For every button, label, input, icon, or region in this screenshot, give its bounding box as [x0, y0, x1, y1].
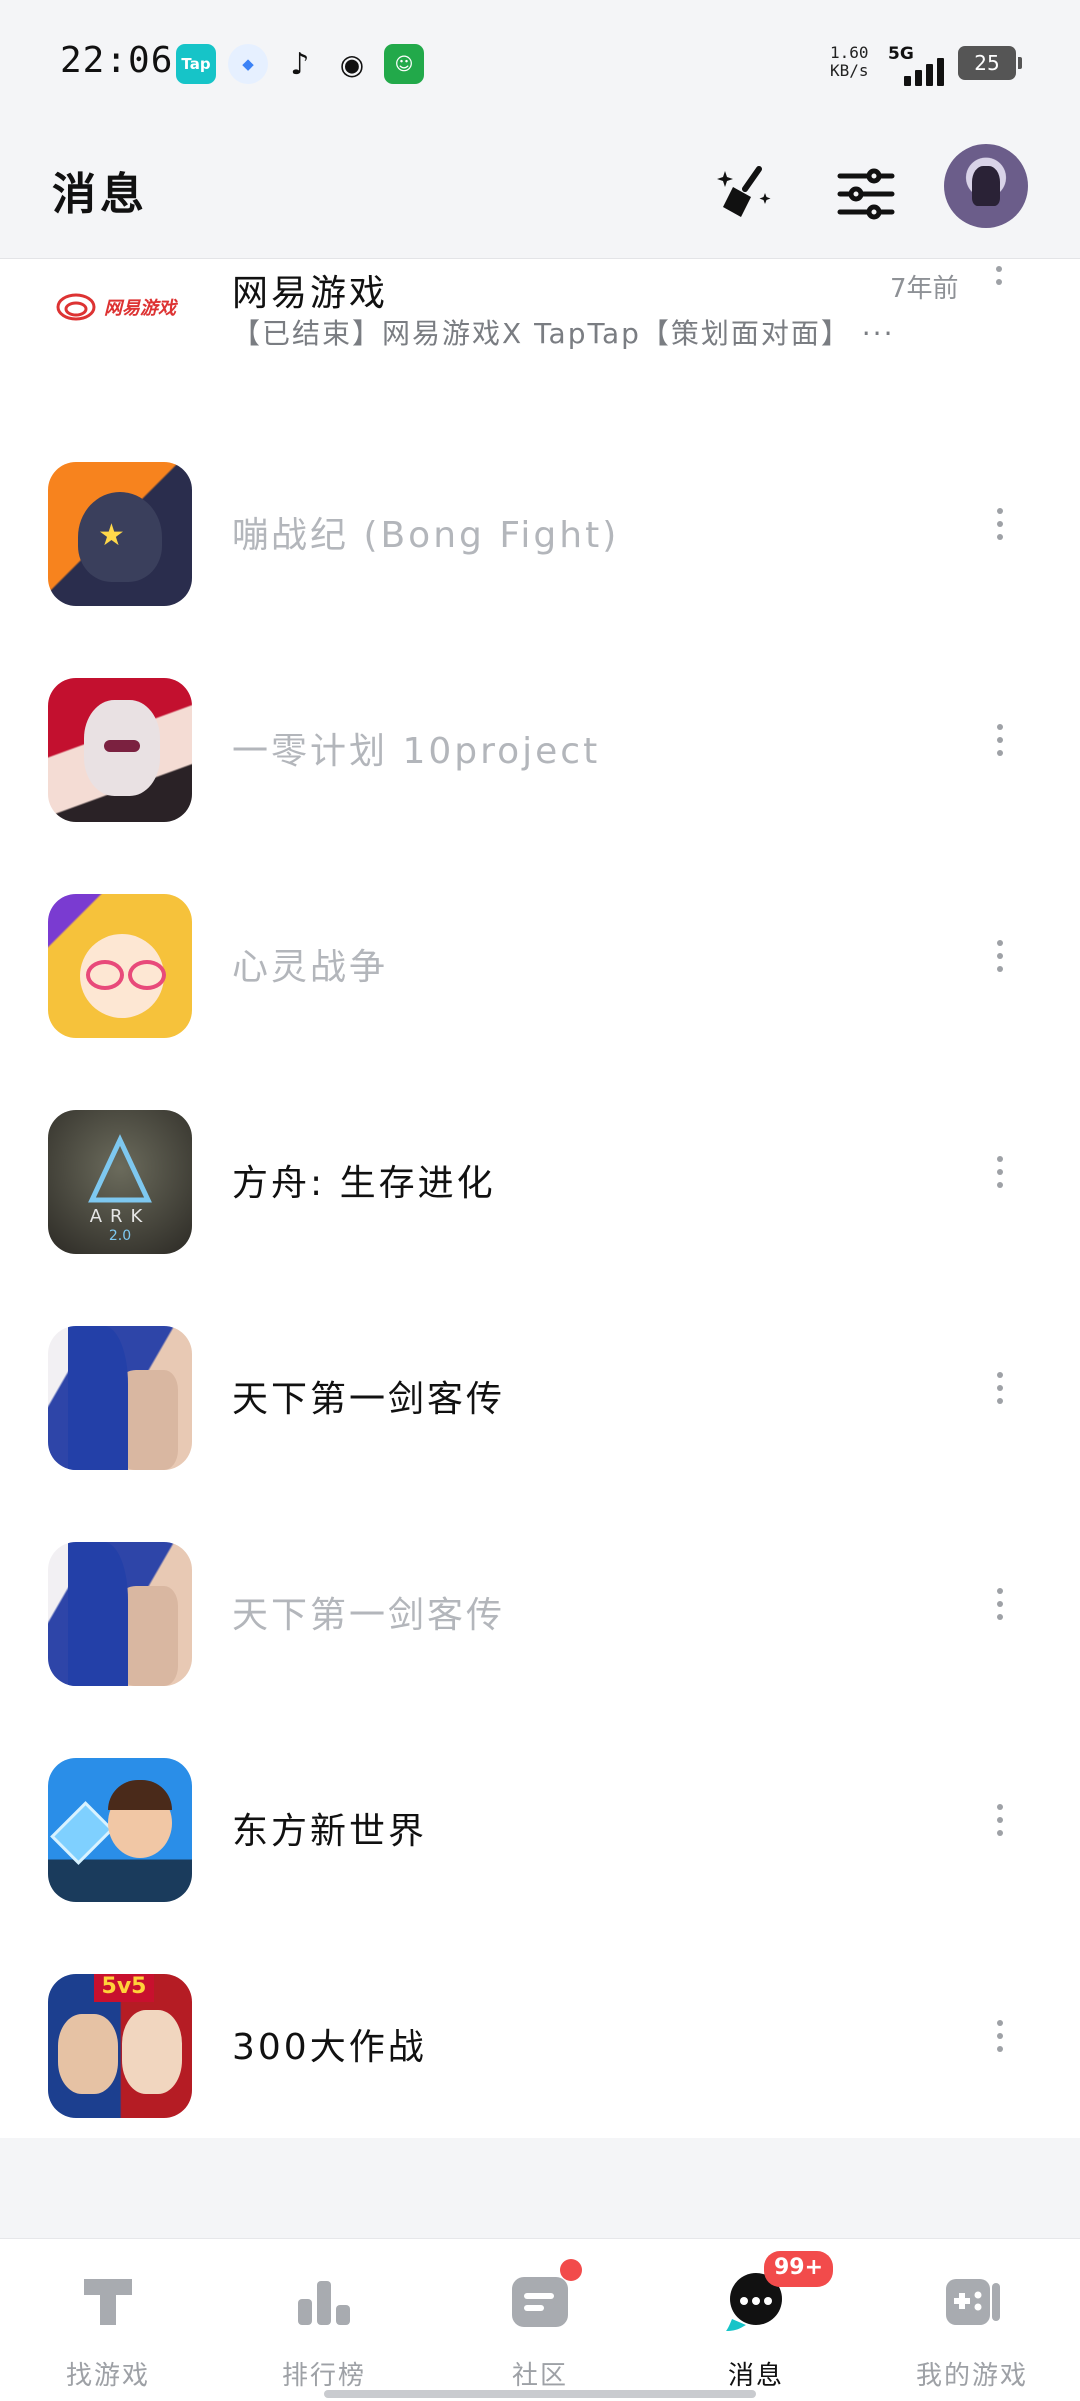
- status-bar: 22:06 Tap ◆ ♪ ◉ ☺ 1.60 KB/s 5G 25: [0, 0, 1080, 130]
- home-indicator[interactable]: [324, 2390, 756, 2398]
- item-name: 方舟: 生存进化: [232, 1163, 496, 1204]
- item-name: 网易游戏: [232, 273, 389, 314]
- more-options-icon[interactable]: [990, 940, 1010, 980]
- status-time: 22:06: [60, 40, 174, 81]
- message-item[interactable]: ★ 嘣战纪 (Bong Fight): [0, 416, 1080, 632]
- svg-text:ARK: ARK: [90, 1206, 151, 1227]
- green-app-icon: ☺: [384, 44, 424, 84]
- more-options-icon[interactable]: [990, 1156, 1010, 1196]
- nav-messages[interactable]: 99+ 消息: [648, 2239, 864, 2401]
- nav-find-games[interactable]: 找游戏: [0, 2239, 216, 2401]
- net-speed: 1.60 KB/s: [830, 43, 869, 80]
- status-app-icons: Tap ◆ ♪ ◉ ☺: [176, 44, 424, 84]
- item-name: 天下第一剑客传: [232, 1595, 506, 1636]
- game-icon-10project: [48, 678, 192, 822]
- clear-unread-button[interactable]: [706, 154, 786, 234]
- bottom-nav: 找游戏 排行榜 社区 99+ 消息 我的游戏: [0, 2238, 1080, 2401]
- page-header: 消息: [0, 130, 1080, 259]
- unread-dot-badge: [560, 2259, 582, 2281]
- more-options-icon[interactable]: [990, 2020, 1010, 2060]
- game-icon-mind-war: [48, 894, 192, 1038]
- item-message: 【已结束】网易游戏X TapTap【策划面对面】 ···: [232, 317, 895, 350]
- item-time: 7年前: [890, 274, 959, 304]
- item-name: 东方新世界: [232, 1811, 428, 1852]
- svg-text:2.0: 2.0: [109, 1228, 131, 1244]
- user-avatar[interactable]: [944, 144, 1028, 228]
- message-item[interactable]: 一零计划 10project: [0, 632, 1080, 848]
- nav-rankings[interactable]: 排行榜: [216, 2239, 432, 2401]
- message-item[interactable]: 5v5 300大作战: [0, 1928, 1080, 2144]
- page-title: 消息: [52, 169, 148, 220]
- game-icon-swordsman: [48, 1326, 192, 1470]
- message-item[interactable]: 东方新世界: [0, 1712, 1080, 1928]
- gamepad-icon: [946, 2279, 1000, 2325]
- item-name: 一零计划 10project: [232, 731, 601, 772]
- more-options-icon[interactable]: [996, 266, 1006, 292]
- item-name: 300大作战: [232, 2027, 427, 2068]
- message-item[interactable]: 心灵战争: [0, 848, 1080, 1064]
- item-name: 嘣战纪 (Bong Fight): [232, 515, 620, 556]
- tiktok-icon: ♪: [290, 46, 310, 82]
- battery-icon: 25: [958, 46, 1022, 80]
- taptap-icon: Tap: [176, 44, 216, 84]
- game-icon-touhou: [48, 1758, 192, 1902]
- message-item[interactable]: ARK 2.0 方舟: 生存进化: [0, 1064, 1080, 1280]
- settings-filter-button[interactable]: [826, 154, 906, 234]
- item-name: 心灵战争: [232, 947, 389, 988]
- blue-app-icon: ◆: [228, 44, 268, 84]
- signal-icon: [904, 58, 944, 86]
- tap-t-icon: [84, 2279, 132, 2325]
- broom-icon: [717, 166, 771, 217]
- more-options-icon[interactable]: [990, 1588, 1010, 1628]
- message-count-badge: 99+: [764, 2251, 834, 2287]
- game-icon-300-battle: 5v5: [48, 1974, 192, 2118]
- weibo-icon: ◉: [339, 47, 365, 81]
- more-options-icon[interactable]: [990, 508, 1010, 548]
- message-item[interactable]: 天下第一剑客传: [0, 1280, 1080, 1496]
- more-options-icon[interactable]: [990, 1372, 1010, 1412]
- netease-logo: 网易游戏: [56, 280, 186, 334]
- message-item-netease[interactable]: 网易游戏 网易游戏 7年前 【已结束】网易游戏X TapTap【策划面对面】 ·…: [0, 258, 1080, 418]
- item-name: 天下第一剑客传: [232, 1379, 506, 1420]
- message-item[interactable]: 天下第一剑客传: [0, 1496, 1080, 1712]
- game-icon-swordsman: [48, 1542, 192, 1686]
- nav-my-games[interactable]: 我的游戏: [864, 2239, 1080, 2401]
- more-options-icon[interactable]: [990, 724, 1010, 764]
- ranking-icon: [298, 2281, 350, 2325]
- more-options-icon[interactable]: [990, 1804, 1010, 1844]
- game-icon-bong-fight: ★: [48, 462, 192, 606]
- netease-emblem-icon: [56, 293, 96, 321]
- game-icon-ark: ARK 2.0: [48, 1110, 192, 1254]
- list-footer-spacer: [0, 2138, 1080, 2238]
- ark-logo-icon: ARK 2.0: [88, 1134, 152, 1244]
- nav-community[interactable]: 社区: [432, 2239, 648, 2401]
- sliders-icon: [837, 168, 895, 220]
- community-icon: [512, 2277, 568, 2327]
